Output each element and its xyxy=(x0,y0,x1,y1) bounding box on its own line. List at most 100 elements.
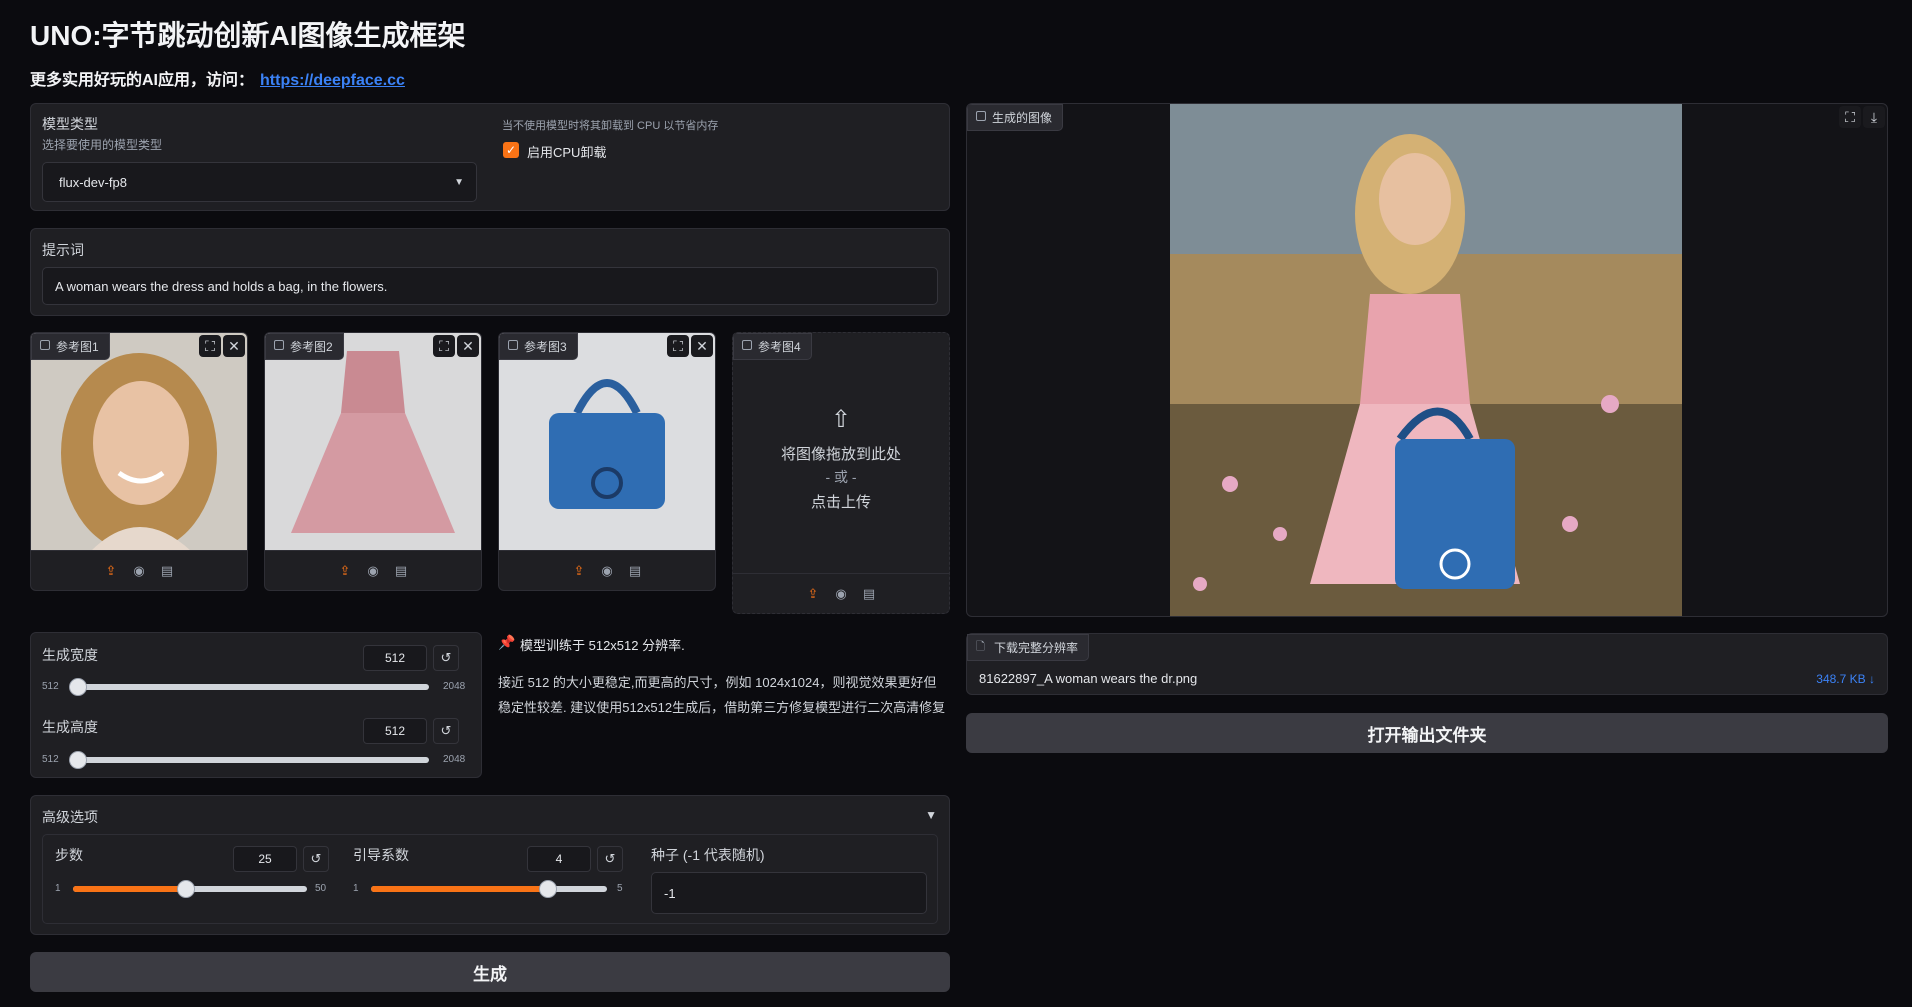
ref-label-chip: 参考图1 xyxy=(31,333,110,360)
file-size-link[interactable]: 348.7 KB ↓ xyxy=(1816,672,1875,686)
steps-min: 1 xyxy=(55,883,61,894)
ref-label: 参考图2 xyxy=(290,340,333,354)
file-icon: 🗋 xyxy=(976,641,985,653)
reset-icon[interactable]: ↺ xyxy=(433,645,459,671)
ref-dress-image xyxy=(265,333,481,551)
ref-image-4-dropzone[interactable]: 参考图4 ⇧ 将图像拖放到此处 - 或 - 点击上传 ⇪ ◉ ▤ xyxy=(732,332,950,614)
fullscreen-icon[interactable]: ⛶ xyxy=(433,335,455,357)
guidance-input[interactable]: 4 xyxy=(527,846,591,872)
cpu-offload-checkbox[interactable]: ✓ xyxy=(503,142,519,158)
deepface-link[interactable]: https://deepface.cc xyxy=(260,72,405,89)
ref-label: 参考图1 xyxy=(56,340,99,354)
size-panel: 生成宽度 512 ↺ 512 2048 生成高度 512 ↺ 512 2048 xyxy=(30,632,482,778)
steps-max: 50 xyxy=(315,883,327,894)
download-label-chip: 🗋 下载完整分辨率 xyxy=(967,634,1090,661)
steps-slider-thumb[interactable] xyxy=(177,880,195,898)
webcam-icon[interactable]: ◉ xyxy=(599,563,615,579)
subtitle-text: 更多实用好玩的AI应用，访问： xyxy=(30,72,255,89)
download-icon[interactable]: ⤓ xyxy=(1863,106,1885,128)
note-title: 模型训练于 512x512 分辨率. xyxy=(520,638,685,653)
width-slider-thumb[interactable] xyxy=(69,678,87,696)
upload-icon[interactable]: ⇪ xyxy=(805,586,821,602)
ref-image-2[interactable]: 参考图2 ⛶ ✕ ⇪ ◉ ▤ xyxy=(264,332,482,591)
steps-label: 步数 xyxy=(55,847,83,863)
width-slider[interactable] xyxy=(73,684,429,690)
seed-input[interactable]: -1 xyxy=(651,872,927,914)
ref-label-chip: 参考图2 xyxy=(265,333,344,360)
note-body: 接近 512 的大小更稳定,而更高的尺寸，例如 1024x1024，则视觉效果更… xyxy=(498,675,946,715)
upload-icon[interactable]: ⇪ xyxy=(103,563,119,579)
width-label: 生成宽度 xyxy=(42,647,98,663)
prompt-label: 提示词 xyxy=(42,242,84,258)
advanced-label[interactable]: 高级选项 xyxy=(42,807,98,827)
upload-icon[interactable]: ⇪ xyxy=(337,563,353,579)
steps-input[interactable]: 25 xyxy=(233,846,297,872)
ref-label-chip: 参考图4 xyxy=(733,333,812,360)
upload-icon[interactable]: ⇪ xyxy=(571,563,587,579)
advanced-panel: 高级选项 ▼ 步数 25 ↺ 1 50 引导系数 4 ↺ 1 5 种子 (-1 … xyxy=(30,795,950,935)
ref-label: 参考图3 xyxy=(524,340,567,354)
webcam-icon[interactable]: ◉ xyxy=(131,563,147,579)
download-panel: 🗋 下载完整分辨率 81622897_A woman wears the dr.p… xyxy=(966,633,1888,695)
model-panel: 模型类型 选择要使用的模型类型 flux-dev-fp8 ▼ 当不使用模型时将其… xyxy=(30,103,950,211)
prompt-input[interactable]: A woman wears the dress and holds a bag,… xyxy=(42,267,938,305)
ref-bag-image xyxy=(499,333,715,551)
page-title: UNO:字节跳动创新AI图像生成框架 xyxy=(30,20,466,51)
clipboard-icon[interactable]: ▤ xyxy=(393,563,409,579)
guidance-label: 引导系数 xyxy=(353,847,409,863)
close-icon[interactable]: ✕ xyxy=(223,335,245,357)
ref-toolbar: ⇪ ◉ ▤ xyxy=(265,550,481,590)
output-label-chip: 生成的图像 xyxy=(967,104,1064,131)
drop-text: 将图像拖放到此处 xyxy=(780,446,901,463)
height-input[interactable]: 512 xyxy=(363,718,427,744)
guidance-slider-fill xyxy=(371,886,547,892)
generate-button[interactable]: 生成 xyxy=(30,952,950,992)
model-type-sublabel: 选择要使用的模型类型 xyxy=(42,138,163,152)
reset-icon[interactable]: ↺ xyxy=(597,846,623,872)
collapse-icon[interactable]: ▼ xyxy=(925,808,937,822)
webcam-icon[interactable]: ◉ xyxy=(833,586,849,602)
width-input[interactable]: 512 xyxy=(363,645,427,671)
guidance-max: 5 xyxy=(617,883,623,894)
file-name[interactable]: 81622897_A woman wears the dr.png xyxy=(979,671,1197,686)
clipboard-icon[interactable]: ▤ xyxy=(159,563,175,579)
model-type-label: 模型类型 xyxy=(42,116,98,132)
close-icon[interactable]: ✕ xyxy=(457,335,479,357)
upload-arrow-icon: ⇧ xyxy=(831,406,852,433)
height-slider-thumb[interactable] xyxy=(69,751,87,769)
model-type-select[interactable]: flux-dev-fp8 ▼ xyxy=(42,162,477,202)
fullscreen-icon[interactable]: ⛶ xyxy=(667,335,689,357)
prompt-panel: 提示词 A woman wears the dress and holds a … xyxy=(30,228,950,316)
width-max: 2048 xyxy=(443,681,466,692)
ref-image-3[interactable]: 参考图3 ⛶ ✕ ⇪ ◉ ▤ xyxy=(498,332,716,591)
ref-label: 参考图4 xyxy=(758,340,801,354)
ref-toolbar: ⇪ ◉ ▤ xyxy=(31,550,247,590)
cpu-offload-note: 当不使用模型时将其卸载到 CPU 以节省内存 xyxy=(502,120,719,132)
fullscreen-icon[interactable]: ⛶ xyxy=(1839,106,1861,128)
page-subtitle: 更多实用好玩的AI应用，访问： https://deepface.cc xyxy=(30,66,405,90)
webcam-icon[interactable]: ◉ xyxy=(365,563,381,579)
clipboard-icon[interactable]: ▤ xyxy=(627,563,643,579)
pin-icon: 📌 xyxy=(498,634,516,650)
model-type-value: flux-dev-fp8 xyxy=(59,174,127,190)
reset-icon[interactable]: ↺ xyxy=(433,718,459,744)
or-text: - 或 - xyxy=(825,469,857,485)
reset-icon[interactable]: ↺ xyxy=(303,846,329,872)
output-label: 生成的图像 xyxy=(992,111,1053,125)
chevron-down-icon: ▼ xyxy=(454,176,464,188)
generated-image[interactable] xyxy=(1170,104,1682,616)
ref-toolbar: ⇪ ◉ ▤ xyxy=(499,550,715,590)
fullscreen-icon[interactable]: ⛶ xyxy=(199,335,221,357)
height-label: 生成高度 xyxy=(42,719,98,735)
height-slider[interactable] xyxy=(73,757,429,763)
close-icon[interactable]: ✕ xyxy=(691,335,713,357)
guidance-min: 1 xyxy=(353,883,359,894)
ref-image-1[interactable]: 参考图1 ⛶ ✕ ⇪ ◉ ▤ xyxy=(30,332,248,591)
seed-label: 种子 (-1 代表随机) xyxy=(651,847,765,863)
guidance-slider-thumb[interactable] xyxy=(539,880,557,898)
click-upload-text: 点击上传 xyxy=(810,494,871,511)
width-min: 512 xyxy=(42,681,59,692)
clipboard-icon[interactable]: ▤ xyxy=(861,586,877,602)
ref-label-chip: 参考图3 xyxy=(499,333,578,360)
open-output-folder-button[interactable]: 打开输出文件夹 xyxy=(966,713,1888,753)
